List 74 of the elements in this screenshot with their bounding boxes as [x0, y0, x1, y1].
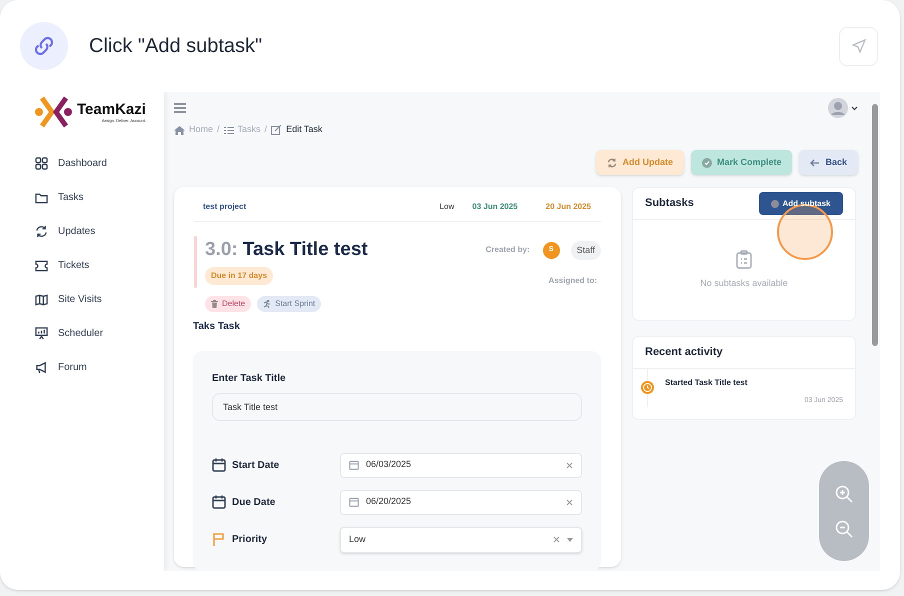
date-field[interactable]: 06/20/2025 [340, 490, 582, 514]
map-icon [35, 294, 48, 306]
breadcrumb-separator: / [264, 123, 268, 136]
created-by-label: Created by: [486, 244, 530, 256]
arrow-left-icon [810, 158, 820, 168]
empty-message: No subtasks available [700, 276, 788, 290]
clear-icon[interactable] [553, 536, 560, 543]
sidebar-item[interactable]: Tickets [35, 257, 164, 274]
due-badge: Due in 17 days [205, 266, 274, 284]
zoom-in-icon[interactable] [835, 484, 853, 502]
send-icon [852, 39, 866, 53]
zoom-out-icon[interactable] [835, 520, 853, 538]
calendar-icon [212, 495, 226, 509]
chevron-down-icon[interactable] [851, 106, 858, 110]
calendar-icon [212, 458, 226, 472]
trash-icon [211, 300, 218, 308]
running-person-icon [263, 300, 272, 308]
grid-icon [35, 157, 48, 170]
start-date: 03 Jun 2025 [472, 201, 518, 213]
role-badge: Staff [570, 240, 601, 260]
clear-icon[interactable] [566, 498, 573, 506]
project-name: test project [203, 201, 246, 213]
title-input[interactable]: Task Title test [212, 392, 582, 420]
assigned-label: Assigned to: [548, 274, 597, 286]
card-title: Subtasks [645, 196, 694, 212]
refresh-icon [35, 225, 48, 238]
task-description: Taks Task [193, 320, 241, 334]
list-icon [224, 126, 234, 134]
date-field[interactable]: 06/03/2025 [340, 452, 582, 478]
logo-name: TeamKazi [77, 102, 146, 118]
clock-icon [641, 381, 654, 394]
add-subtask-button[interactable]: Add subtask [759, 192, 843, 215]
sidebar-item[interactable]: Updates [35, 223, 164, 240]
clipboard-icon [736, 250, 752, 269]
ticket-icon [35, 260, 48, 272]
sidebar-item[interactable]: Scheduler [35, 325, 164, 342]
field-label: Start Date [232, 458, 280, 472]
breadcrumb-current[interactable]: Edit Task [286, 123, 322, 137]
refresh-icon [607, 158, 618, 168]
link-icon [20, 22, 68, 70]
priority-label: Low [440, 201, 454, 213]
start-sprint-button[interactable]: Start Sprint [257, 296, 322, 312]
edit-icon [271, 125, 282, 135]
plus-circle-icon [771, 200, 780, 208]
clear-icon[interactable] [566, 462, 573, 468]
home-icon [174, 126, 185, 134]
task-title: Task Title test [242, 238, 368, 262]
field-label: Due Date [232, 496, 276, 510]
step-instruction: Click "Add subtask" [89, 34, 262, 59]
select-field[interactable]: Low [340, 526, 582, 552]
send-button[interactable] [839, 26, 878, 66]
sidebar-item[interactable]: Site Visits [35, 291, 164, 308]
field-label: Priority [232, 533, 268, 547]
card-title: Recent activity [645, 345, 723, 360]
delete-button[interactable]: Delete [205, 296, 252, 312]
flag-icon [212, 532, 226, 546]
presentation-icon [35, 327, 48, 340]
field-label: Enter Task Title [212, 372, 287, 386]
breadcrumb-separator: / [217, 123, 220, 136]
action-button[interactable]: Back [799, 150, 858, 175]
sidebar-item[interactable]: Forum [35, 359, 164, 376]
menu-icon[interactable] [174, 103, 186, 113]
activity-text: Started Task Title test [665, 377, 748, 389]
calendar-icon [349, 460, 359, 470]
caret-icon[interactable] [567, 538, 573, 542]
folder-icon [35, 192, 48, 204]
sidebar-item[interactable]: Dashboard [35, 155, 164, 172]
megaphone-icon [35, 361, 48, 374]
due-date: 20 Jun 2025 [546, 201, 591, 213]
calendar-icon [349, 497, 359, 507]
sidebar-item[interactable]: Tasks [35, 189, 164, 206]
task-number: 3.0: [205, 238, 238, 262]
logo-icon [34, 96, 74, 128]
check-circle-icon [702, 158, 712, 168]
